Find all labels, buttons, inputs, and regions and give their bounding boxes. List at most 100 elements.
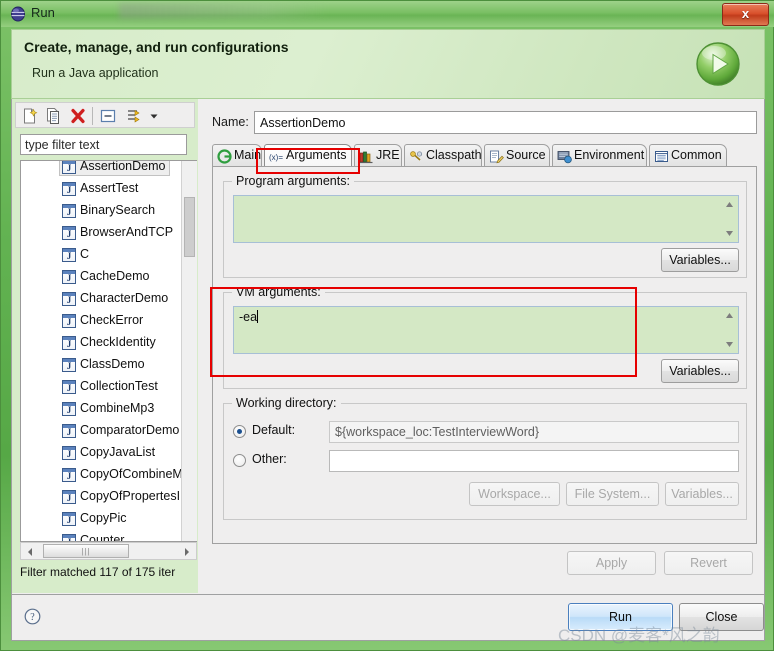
tree-item-label: CharacterDemo <box>80 291 169 305</box>
tree-item-content: BrowserAndTCP <box>59 222 178 242</box>
help-question-icon[interactable]: ? <box>24 608 41 625</box>
working-directory-other-radio[interactable] <box>233 454 246 467</box>
vm-arguments-textarea[interactable]: -ea <box>233 306 739 354</box>
tree-item[interactable]: CopyJavaList <box>21 441 181 463</box>
java-class-icon <box>62 292 76 306</box>
tree-item-content: BinarySearch <box>59 200 160 220</box>
tree-item[interactable]: CheckIdentity <box>21 331 181 353</box>
vm-arguments-variables-button[interactable]: Variables... <box>661 359 739 383</box>
tree-item[interactable]: BrowserAndTCP <box>21 221 181 243</box>
configurations-tree[interactable]: AssertionDemo AssertTest BinarySearch Brows… <box>20 160 197 542</box>
svg-text:?: ? <box>30 612 35 623</box>
common-list-icon <box>655 151 668 162</box>
revert-button[interactable]: Revert <box>664 551 753 575</box>
tree-item-label: CheckError <box>80 313 144 327</box>
tree-item-content: ClassDemo <box>59 354 150 374</box>
tree-item-label: CopyJavaList <box>80 445 156 459</box>
duplicate-configuration-icon[interactable] <box>44 106 64 126</box>
run-button[interactable]: Run <box>568 603 673 631</box>
tab-jre[interactable]: JRE <box>354 144 402 167</box>
window-close-button[interactable]: x <box>722 3 769 26</box>
run-configurations-window: Run x Create, manage, and run configurat… <box>0 0 774 651</box>
tree-item[interactable]: AssertTest <box>21 177 181 199</box>
tree-item[interactable]: BinarySearch <box>21 199 181 221</box>
tree-horizontal-scroll-thumb[interactable]: ||| <box>43 544 129 558</box>
tree-item[interactable]: CacheDemo <box>21 265 181 287</box>
tree-item[interactable]: ClassDemo <box>21 353 181 375</box>
tree-item[interactable]: CopyOfPropertesI <box>21 485 181 507</box>
tree-item-content: CheckIdentity <box>59 332 161 352</box>
configurations-toolbar <box>15 102 195 128</box>
configuration-name-input[interactable] <box>254 111 757 134</box>
tree-item-label: CopyPic <box>80 511 127 525</box>
tree-vertical-scrollbar[interactable] <box>181 161 197 541</box>
tab-label: Arguments <box>286 148 347 162</box>
tree-item[interactable]: C <box>21 243 181 265</box>
collapse-all-icon[interactable] <box>98 106 118 126</box>
dialog-header: Create, manage, and run configurations R… <box>11 29 765 99</box>
vm-arguments-label: VM arguments: <box>232 285 325 299</box>
java-class-icon <box>62 424 76 438</box>
delete-configuration-icon[interactable] <box>68 106 88 126</box>
tree-item[interactable]: Counter <box>21 529 181 541</box>
configuration-tabs: Main (x)= Arguments JRE Classpath Source Envir… <box>212 144 757 167</box>
scroll-right-icon[interactable] <box>182 546 192 558</box>
tab-classpath[interactable]: Classpath <box>404 144 482 167</box>
filter-icon[interactable] <box>124 106 144 126</box>
tab-arguments[interactable]: (x)= Arguments <box>264 144 352 167</box>
close-dialog-button[interactable]: Close <box>679 603 764 631</box>
chevron-down-icon[interactable] <box>147 106 161 126</box>
tab-label: JRE <box>376 148 400 162</box>
java-class-icon <box>62 446 76 460</box>
tree-item-content: CombineMp3 <box>59 398 159 418</box>
tree-item[interactable]: ComparatorDemo <box>21 419 181 441</box>
tab-common[interactable]: Common <box>649 144 727 167</box>
tree-item-label: ClassDemo <box>80 357 145 371</box>
tab-label: Common <box>671 148 722 162</box>
scroll-left-icon[interactable] <box>25 546 35 558</box>
working-directory-other-input[interactable] <box>329 450 739 472</box>
vm-arguments-scroll-arrows[interactable] <box>724 309 735 351</box>
tree-item-content: AssertionDemo <box>59 161 171 176</box>
working-directory-group: Working directory: Default: ${workspace_… <box>223 396 747 520</box>
file-system-button[interactable]: File System... <box>566 482 659 506</box>
configurations-panel: AssertionDemo AssertTest BinarySearch Brows… <box>12 99 198 593</box>
dialog-footer: ? Run Close <box>11 595 765 641</box>
program-arguments-group: Program arguments: Variables... <box>223 174 747 278</box>
tab-label: Source <box>506 148 546 162</box>
program-arguments-scroll-arrows[interactable] <box>724 198 735 240</box>
filter-input[interactable] <box>20 134 187 155</box>
working-directory-default-radio[interactable] <box>233 425 246 438</box>
scroll-thumb-grip: ||| <box>81 547 91 556</box>
java-class-icon <box>62 226 76 240</box>
working-directory-variables-button[interactable]: Variables... <box>665 482 739 506</box>
tree-horizontal-scrollbar[interactable]: ||| <box>20 542 197 560</box>
tree-item[interactable]: CharacterDemo <box>21 287 181 309</box>
tab-main[interactable]: Main <box>212 144 262 167</box>
tree-item[interactable]: CombineMp3 <box>21 397 181 419</box>
tree-item[interactable]: AssertionDemo <box>21 161 181 177</box>
new-configuration-icon[interactable] <box>20 106 40 126</box>
workspace-button[interactable]: Workspace... <box>469 482 560 506</box>
tree-item-label: CombineMp3 <box>80 401 155 415</box>
eclipse-sphere-icon <box>11 6 25 22</box>
tree-item[interactable]: CollectionTest <box>21 375 181 397</box>
configurations-tree-items: AssertionDemo AssertTest BinarySearch Brows… <box>21 161 183 541</box>
tree-item-label: CopyOfPropertesI <box>80 489 181 503</box>
tab-source[interactable]: Source <box>484 144 550 167</box>
configuration-name-row: Name: <box>212 111 757 135</box>
tab-environment[interactable]: Environment <box>552 144 647 167</box>
tree-vertical-scroll-thumb[interactable] <box>184 197 195 257</box>
header-title: Create, manage, and run configurations <box>24 39 289 55</box>
java-class-icon <box>62 380 76 394</box>
tree-item[interactable]: CopyPic <box>21 507 181 529</box>
program-arguments-variables-button[interactable]: Variables... <box>661 248 739 272</box>
working-directory-default-value: ${workspace_loc:TestInterviewWord} <box>329 421 739 443</box>
tree-item-label: ComparatorDemo <box>80 423 180 437</box>
apply-button[interactable]: Apply <box>567 551 656 575</box>
tree-item[interactable]: CheckError <box>21 309 181 331</box>
tree-item[interactable]: CopyOfCombineM <box>21 463 183 485</box>
java-class-icon <box>62 402 76 416</box>
program-arguments-textarea[interactable] <box>233 195 739 243</box>
header-subtitle: Run a Java application <box>32 66 159 80</box>
